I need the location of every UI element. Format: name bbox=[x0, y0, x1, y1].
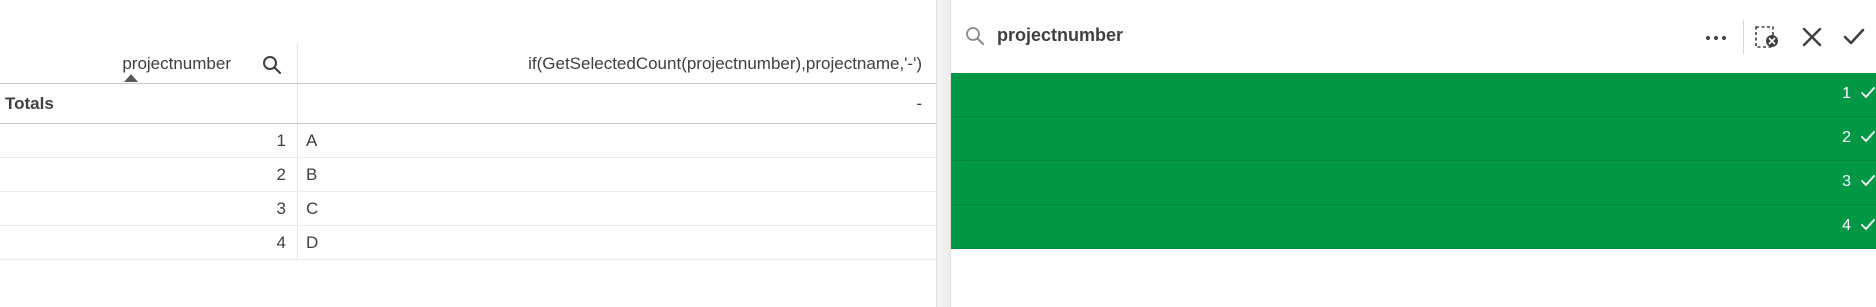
table-row[interactable]: 2 B bbox=[0, 158, 936, 192]
more-icon[interactable] bbox=[1701, 24, 1731, 50]
column-divider bbox=[297, 226, 298, 259]
confirm-icon[interactable] bbox=[1841, 24, 1867, 50]
straight-table: projectnumber if(GetSelectedCount(projec… bbox=[0, 0, 936, 307]
totals-row: Totals - bbox=[0, 84, 936, 124]
column-header-projectnumber[interactable]: projectnumber bbox=[0, 44, 297, 83]
column-divider bbox=[297, 124, 298, 157]
listbox-item-value: 1 bbox=[1842, 85, 1851, 102]
table-row[interactable]: 4 D bbox=[0, 226, 936, 260]
listbox-item-value: 3 bbox=[1842, 173, 1851, 190]
cell-projectnumber[interactable]: 4 bbox=[277, 233, 286, 253]
cell-projectnumber[interactable]: 2 bbox=[277, 165, 286, 185]
sort-ascending-icon[interactable] bbox=[124, 74, 138, 82]
column-header-label: if(GetSelectedCount(projectnumber),proje… bbox=[528, 54, 922, 73]
listbox-item[interactable]: 1 bbox=[951, 73, 1876, 117]
totals-label: Totals bbox=[5, 94, 54, 113]
cell-projectname: A bbox=[306, 131, 318, 150]
column-header-expression[interactable]: if(GetSelectedCount(projectnumber),proje… bbox=[298, 44, 936, 83]
listbox-item-value: 2 bbox=[1842, 129, 1851, 146]
column-header-label: projectnumber bbox=[122, 54, 231, 73]
table-row[interactable]: 1 A bbox=[0, 124, 936, 158]
search-icon bbox=[966, 27, 984, 45]
checkmark-icon bbox=[1861, 175, 1875, 186]
listbox-item[interactable]: 2 bbox=[951, 117, 1876, 161]
cancel-icon[interactable] bbox=[1799, 24, 1825, 50]
checkmark-icon bbox=[1861, 219, 1875, 230]
search-icon[interactable] bbox=[262, 55, 282, 75]
listbox-title[interactable]: projectnumber bbox=[997, 25, 1123, 46]
cell-projectname: C bbox=[306, 199, 319, 218]
listbox-item[interactable]: 4 bbox=[951, 205, 1876, 249]
checkmark-icon bbox=[1861, 87, 1875, 98]
cell-projectnumber[interactable]: 1 bbox=[277, 131, 286, 151]
toolbar-divider bbox=[1743, 20, 1744, 54]
checkmark-icon bbox=[1861, 131, 1875, 142]
listbox-projectnumber: projectnumber 1 2 3 4 bbox=[950, 0, 1876, 307]
column-divider bbox=[297, 158, 298, 191]
cell-projectname: D bbox=[306, 233, 319, 252]
listbox-header: projectnumber bbox=[951, 0, 1876, 73]
column-divider bbox=[297, 84, 298, 123]
cell-projectnumber[interactable]: 3 bbox=[277, 199, 286, 219]
totals-value: - bbox=[916, 94, 922, 113]
table-row[interactable]: 3 C bbox=[0, 192, 936, 226]
clear-selections-icon[interactable] bbox=[1753, 24, 1781, 52]
cell-projectname: B bbox=[306, 165, 318, 184]
table-header: projectnumber if(GetSelectedCount(projec… bbox=[0, 44, 936, 84]
listbox-item[interactable]: 3 bbox=[951, 161, 1876, 205]
panel-divider bbox=[936, 0, 951, 307]
listbox-item-value: 4 bbox=[1842, 217, 1851, 234]
column-divider bbox=[297, 192, 298, 225]
